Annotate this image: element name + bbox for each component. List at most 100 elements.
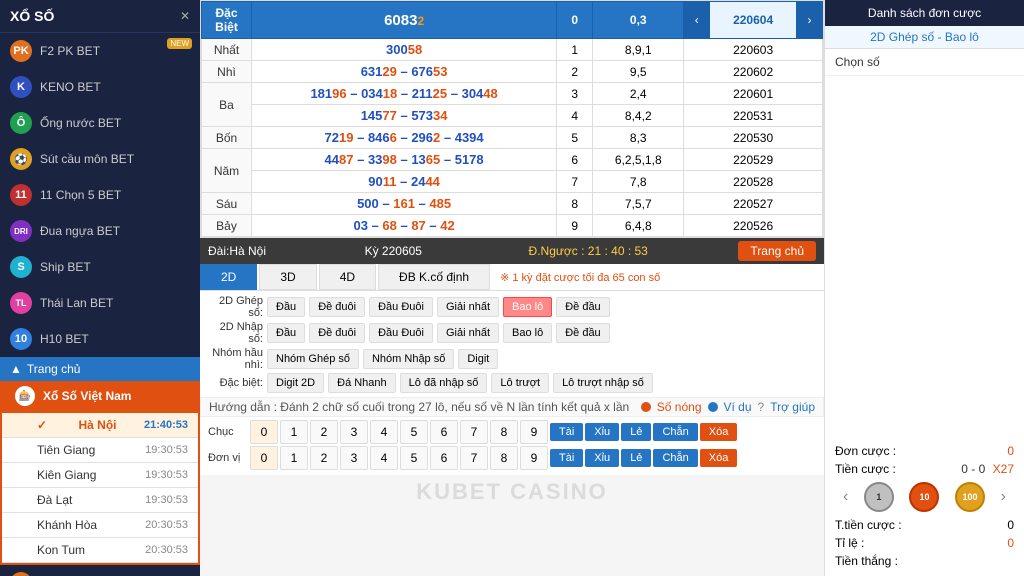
chuc-5[interactable]: 5 <box>400 420 428 444</box>
btn-lodanhapso[interactable]: Lô đã nhập số <box>400 373 488 393</box>
donvi-xoa-btn[interactable]: Xóa <box>700 449 738 467</box>
xoso-viet-nam-item[interactable]: 🎰 Xổ Số Việt Nam <box>0 381 200 411</box>
btn-lotruotnhapso[interactable]: Lô trượt nhập số <box>553 373 653 393</box>
donvi-0[interactable]: 0 <box>250 446 278 470</box>
tro-giup-link[interactable]: Trợ giúp <box>770 400 815 414</box>
chuc-tai-btn[interactable]: Tài <box>550 423 583 441</box>
tab-2d[interactable]: 2D <box>200 264 257 290</box>
btn-nhap-baolo[interactable]: Bao lô <box>503 323 552 343</box>
sidebar-sub-tiengiang[interactable]: Tiên Giang 19:30:53 <box>2 438 198 463</box>
tab-db-kodinh[interactable]: ĐB K.cố định <box>378 264 490 290</box>
col4: 0,3 <box>593 2 684 39</box>
section-arrow: ▲ <box>10 362 22 376</box>
sidebar-sub-dalat[interactable]: Đà Lạt 19:30:53 <box>2 488 198 513</box>
right-sub: 2D Ghép số - Bao lô <box>825 26 1024 49</box>
sut-icon: ⚽ <box>10 148 32 170</box>
chuc-6[interactable]: 6 <box>430 420 458 444</box>
chuc-le-btn[interactable]: Lẻ <box>621 423 651 441</box>
chuc-xiu-btn[interactable]: Xỉu <box>585 423 619 441</box>
vi-du-link[interactable]: Ví dụ <box>724 400 752 414</box>
right-content-spacer <box>825 76 1024 436</box>
chip-1[interactable]: 1 <box>864 482 894 512</box>
chuc-8[interactable]: 8 <box>490 420 518 444</box>
donvi-7[interactable]: 7 <box>460 446 488 470</box>
donvi-label: Đơn vị <box>208 452 248 464</box>
chuc-chan-btn[interactable]: Chẵn <box>653 423 697 441</box>
donvi-le-btn[interactable]: Lẻ <box>621 449 651 467</box>
btn-ghep-baolo[interactable]: Bao lô <box>503 297 552 317</box>
sidebar-sub-hanoi[interactable]: ✓ Hà Nội 21:40:53 <box>2 413 198 438</box>
chuc-4[interactable]: 4 <box>370 420 398 444</box>
donvi-3[interactable]: 3 <box>340 446 368 470</box>
chuc-7[interactable]: 7 <box>460 420 488 444</box>
sidebar-item-sut[interactable]: ⚽ Sút cầu môn BET <box>0 141 200 177</box>
btn-ghep-deduoi[interactable]: Đề đuôi <box>309 297 365 317</box>
btn-ghep-dau[interactable]: Đầu <box>267 297 305 317</box>
donvi-5[interactable]: 5 <box>400 446 428 470</box>
numbers-sau: 500 – 161 – 485 <box>252 193 557 215</box>
arrow-left-btn[interactable]: ‹ <box>684 2 710 39</box>
btn-nhomghep[interactable]: Nhóm Ghép số <box>267 349 359 369</box>
btn-ghep-dedau[interactable]: Đề đầu <box>556 297 609 317</box>
sidebar-sub-khanhhoa[interactable]: Khánh Hòa 20:30:53 <box>2 513 198 538</box>
sub-item-label: Tiên Giang <box>37 443 95 457</box>
sidebar-item-thai[interactable]: TL Thái Lan BET <box>0 285 200 321</box>
sidebar-item-keno2[interactable]: 🎲 Keno <box>0 565 200 576</box>
btn-nhap-giainhat[interactable]: Giải nhất <box>437 323 499 343</box>
chip-arrow-left[interactable]: ‹ <box>843 488 848 506</box>
btn-nhap-dau[interactable]: Đầu <box>267 323 305 343</box>
watermark-area: KUBET CASINO <box>200 475 824 509</box>
btn-lotruot[interactable]: Lô trượt <box>491 373 549 393</box>
chuc-0[interactable]: 0 <box>250 420 278 444</box>
btn-digit2d[interactable]: Digit 2D <box>267 373 324 393</box>
sidebar-item-dua[interactable]: DRI Đua ngựa BET <box>0 213 200 249</box>
chuc-3[interactable]: 3 <box>340 420 368 444</box>
chip-arrow-right[interactable]: › <box>1001 488 1006 506</box>
btn-nhap-dauduoi[interactable]: Đầu Đuôi <box>369 323 433 343</box>
btn-nhomnhap[interactable]: Nhóm Nhập số <box>363 349 454 369</box>
right-header: Danh sách đơn cược <box>825 0 1024 26</box>
table-row-nam1: Năm 4487 – 3398 – 1365 – 5178 6 6,2,5,1,… <box>202 149 823 171</box>
donvi-xiu-btn[interactable]: Xỉu <box>585 449 619 467</box>
trang-chu-btn[interactable]: Trang chủ <box>738 241 816 261</box>
sidebar-item-keno[interactable]: K KENO BET <box>0 69 200 105</box>
tab-4d[interactable]: 4D <box>319 264 376 290</box>
sidebar-sub-kontum[interactable]: Kon Tum 20:30:53 <box>2 538 198 563</box>
sidebar-sub-kiengiang[interactable]: Kiên Giang 19:30:53 <box>2 463 198 488</box>
sidebar-item-h10[interactable]: 10 H10 BET <box>0 321 200 357</box>
btn-ghep-dauduoi[interactable]: Đầu Đuôi <box>369 297 433 317</box>
result-id: 220604 <box>710 2 797 39</box>
donvi-6[interactable]: 6 <box>430 446 458 470</box>
btn-ghep-giainhat[interactable]: Giải nhất <box>437 297 499 317</box>
col3-ba1: 3 <box>557 83 593 105</box>
btn-nhap-deduoi[interactable]: Đề đuôi <box>309 323 365 343</box>
so-nong-link[interactable]: Số nóng <box>657 400 702 414</box>
sidebar-close-icon[interactable]: ✕ <box>180 9 190 23</box>
sidebar-section-trangchu[interactable]: ▲ Trang chủ <box>0 357 200 381</box>
table-row-nhat: Nhất 30058 1 8,9,1 220603 <box>202 39 823 61</box>
chip-10[interactable]: 10 <box>909 482 939 512</box>
arrow-right-btn[interactable]: › <box>797 2 823 39</box>
chuc-1[interactable]: 1 <box>280 420 308 444</box>
col4-ba1: 2,4 <box>593 83 684 105</box>
donvi-1[interactable]: 1 <box>280 446 308 470</box>
chuc-9[interactable]: 9 <box>520 420 548 444</box>
donvi-chan-btn[interactable]: Chẵn <box>653 449 697 467</box>
sidebar-item-f2pk[interactable]: PK F2 PK BET NEW <box>0 33 200 69</box>
chuc-2[interactable]: 2 <box>310 420 338 444</box>
donvi-4[interactable]: 4 <box>370 446 398 470</box>
donvi-2[interactable]: 2 <box>310 446 338 470</box>
btn-danhanh[interactable]: Đá Nhanh <box>328 373 396 393</box>
chip-100[interactable]: 100 <box>955 482 985 512</box>
sidebar-item-ship[interactable]: S Ship BET <box>0 249 200 285</box>
sidebar-item-ong[interactable]: Ô Ống nước BET <box>0 105 200 141</box>
tab-3d[interactable]: 3D <box>259 264 316 290</box>
numbers-ba1: 18196 – 03418 – 21125 – 30448 <box>252 83 557 105</box>
btn-digit[interactable]: Digit <box>458 349 498 369</box>
btn-nhap-dedau[interactable]: Đề đầu <box>556 323 609 343</box>
donvi-9[interactable]: 9 <box>520 446 548 470</box>
donvi-8[interactable]: 8 <box>490 446 518 470</box>
chuc-xoa-btn[interactable]: Xóa <box>700 423 738 441</box>
sidebar-item-11chon5[interactable]: 11 11 Chọn 5 BET <box>0 177 200 213</box>
donvi-tai-btn[interactable]: Tài <box>550 449 583 467</box>
